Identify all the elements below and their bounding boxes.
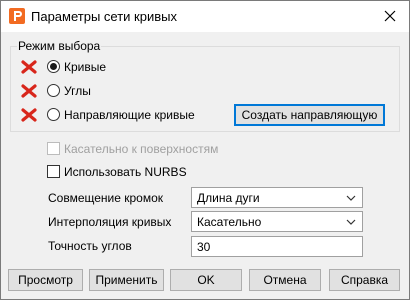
error-x-icon <box>21 60 37 74</box>
error-x-icon <box>21 84 37 98</box>
selection-mode-title: Режим выбора <box>17 39 102 53</box>
nurbs-checkbox-label[interactable]: Использовать NURBS <box>64 165 187 179</box>
chevron-down-icon <box>346 219 356 225</box>
help-button[interactable]: Справка <box>329 269 400 291</box>
app-logo-icon <box>9 8 25 24</box>
ok-button[interactable]: OK <box>170 269 242 291</box>
create-guide-button[interactable]: Создать направляющую <box>234 104 385 126</box>
apply-button[interactable]: Применить <box>89 269 164 291</box>
tangent-checkbox[interactable] <box>47 142 60 155</box>
close-button[interactable] <box>377 5 403 27</box>
window-title: Параметры сети кривых <box>31 9 177 24</box>
edge-matching-select[interactable]: Длина дуги <box>191 187 363 208</box>
error-x-icon <box>21 108 37 122</box>
radio-guide-curves[interactable] <box>47 108 60 121</box>
tangent-checkbox-label: Касательно к поверхностям <box>64 142 219 156</box>
curve-interpolation-value: Касательно <box>197 215 262 229</box>
edge-matching-label: Совмещение кромок <box>48 191 164 205</box>
radio-curves[interactable] <box>47 60 60 73</box>
angle-precision-value: 30 <box>197 240 211 254</box>
curve-interpolation-select[interactable]: Касательно <box>191 211 363 232</box>
close-icon <box>384 10 396 22</box>
radio-curves-label[interactable]: Кривые <box>64 60 106 74</box>
title-bar: Параметры сети кривых <box>1 1 409 32</box>
cancel-button[interactable]: Отмена <box>249 269 321 291</box>
angle-precision-input[interactable]: 30 <box>191 236 363 257</box>
dialog-window: Параметры сети кривых Режим выбора Кривы… <box>0 0 410 300</box>
radio-corners[interactable] <box>47 84 60 97</box>
edge-matching-value: Длина дуги <box>197 191 260 205</box>
chevron-down-icon <box>346 195 356 201</box>
angle-precision-label: Точность углов <box>48 239 132 253</box>
curve-interpolation-label: Интерполяция кривых <box>48 215 172 229</box>
radio-corners-label[interactable]: Углы <box>64 84 91 98</box>
preview-button[interactable]: Просмотр <box>8 269 83 291</box>
nurbs-checkbox[interactable] <box>47 165 60 178</box>
radio-guide-curves-label[interactable]: Направляющие кривые <box>64 108 195 122</box>
